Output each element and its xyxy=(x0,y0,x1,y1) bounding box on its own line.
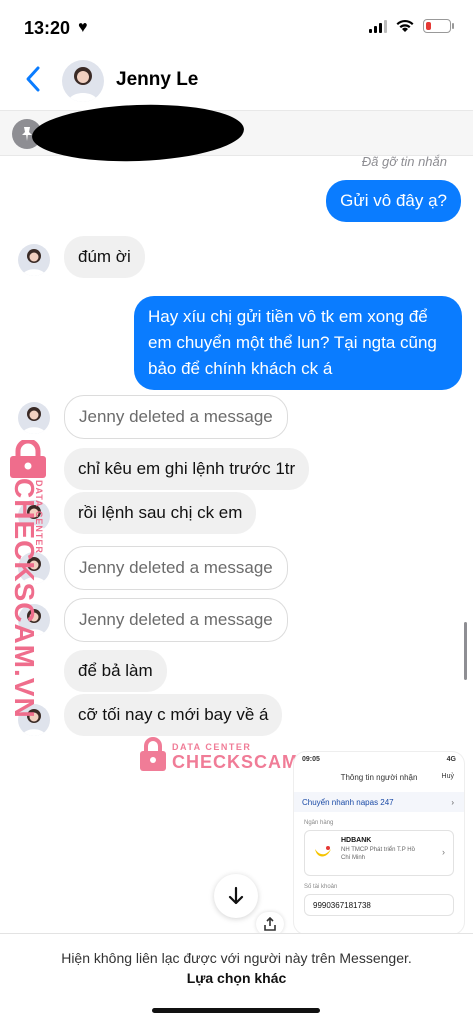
attachment-bank-label: Ngân hàng xyxy=(304,820,334,826)
lock-icon xyxy=(140,737,166,771)
message-bubble-outgoing[interactable]: Gửi vô đây ạ? xyxy=(326,180,461,222)
bank-logo-icon xyxy=(315,846,331,857)
message-bubble-outgoing[interactable]: Hay xíu chị gửi tiền vô tk em xong để em… xyxy=(134,296,462,390)
attachment-transfer-type: Chuyển nhanh napas 247 › xyxy=(294,792,464,812)
pinned-message-bar[interactable] xyxy=(0,101,473,165)
watermark-sub: DATA CENTER xyxy=(172,742,252,752)
status-bar: 13:20 ♥ xyxy=(0,0,473,52)
redaction-blot xyxy=(31,101,245,165)
chat-header: Jenny Le xyxy=(0,52,473,108)
avatar[interactable] xyxy=(18,402,50,434)
deleted-message: Jenny deleted a message xyxy=(64,395,288,439)
avatar[interactable] xyxy=(18,244,50,276)
chevron-right-icon: › xyxy=(442,847,445,857)
unsent-notice: Đã gỡ tin nhắn xyxy=(361,154,447,169)
status-icons xyxy=(369,19,454,33)
message-bubble-incoming[interactable]: cỡ tối nay c mới bay về á xyxy=(64,694,283,736)
attachment-cancel: Huỷ xyxy=(441,773,454,780)
signal-icon xyxy=(369,19,387,33)
message-bubble-incoming[interactable]: đúm ời xyxy=(64,236,145,278)
lock-icon xyxy=(10,440,46,478)
message-bubble-incoming[interactable]: rồi lệnh sau chị ck em xyxy=(64,492,257,534)
scroll-indicator[interactable] xyxy=(464,622,467,680)
wifi-icon xyxy=(396,19,414,32)
attachment-account-label: Số tài khoản xyxy=(304,884,338,890)
contact-name[interactable]: Jenny Le xyxy=(116,69,198,91)
attachment-transfer-label: Chuyển nhanh napas 247 xyxy=(302,797,394,807)
attached-screenshot[interactable]: 09:05 4G Thông tin người nhận Huỷ Chuyển… xyxy=(294,752,464,934)
attachment-bank-full: NH TMCP Phát triển T.P Hồ Chí Minh xyxy=(341,847,415,861)
attachment-account-number: 9990367181738 xyxy=(304,894,454,916)
attachment-network: 4G xyxy=(446,756,456,763)
avatar[interactable] xyxy=(62,60,104,102)
battery-icon xyxy=(423,19,454,33)
message-bubble-incoming[interactable]: chỉ kêu em ghi lệnh trước 1tr xyxy=(64,448,310,490)
attachment-status-bar: 09:05 4G xyxy=(294,752,464,766)
attachment-title: Thông tin người nhận xyxy=(340,772,418,782)
deleted-message: Jenny deleted a message xyxy=(64,598,288,642)
deleted-message: Jenny deleted a message xyxy=(64,546,288,590)
attachment-time: 09:05 xyxy=(302,756,320,763)
heart-icon: ♥ xyxy=(78,19,88,36)
other-options-link[interactable]: Lựa chọn khác xyxy=(0,970,473,986)
chevron-right-icon: › xyxy=(451,797,454,807)
scroll-down-button[interactable] xyxy=(214,874,258,918)
status-time: 13:20 xyxy=(24,18,71,38)
attachment-bank-name: HDBANK xyxy=(341,837,372,844)
back-button[interactable] xyxy=(22,64,46,94)
share-icon xyxy=(264,917,276,931)
unavailable-notice: Hiện không liên lạc được với người này t… xyxy=(61,950,412,966)
home-indicator[interactable] xyxy=(152,1008,320,1013)
watermark-sub: DATA CENTER xyxy=(34,480,44,554)
attachment-bank-box: HDBANK NH TMCP Phát triển T.P Hồ Chí Min… xyxy=(304,830,454,876)
arrow-down-icon xyxy=(228,886,244,905)
attachment-title-row: Thông tin người nhận Huỷ xyxy=(294,766,464,788)
message-bubble-incoming[interactable]: để bả làm xyxy=(64,650,167,692)
